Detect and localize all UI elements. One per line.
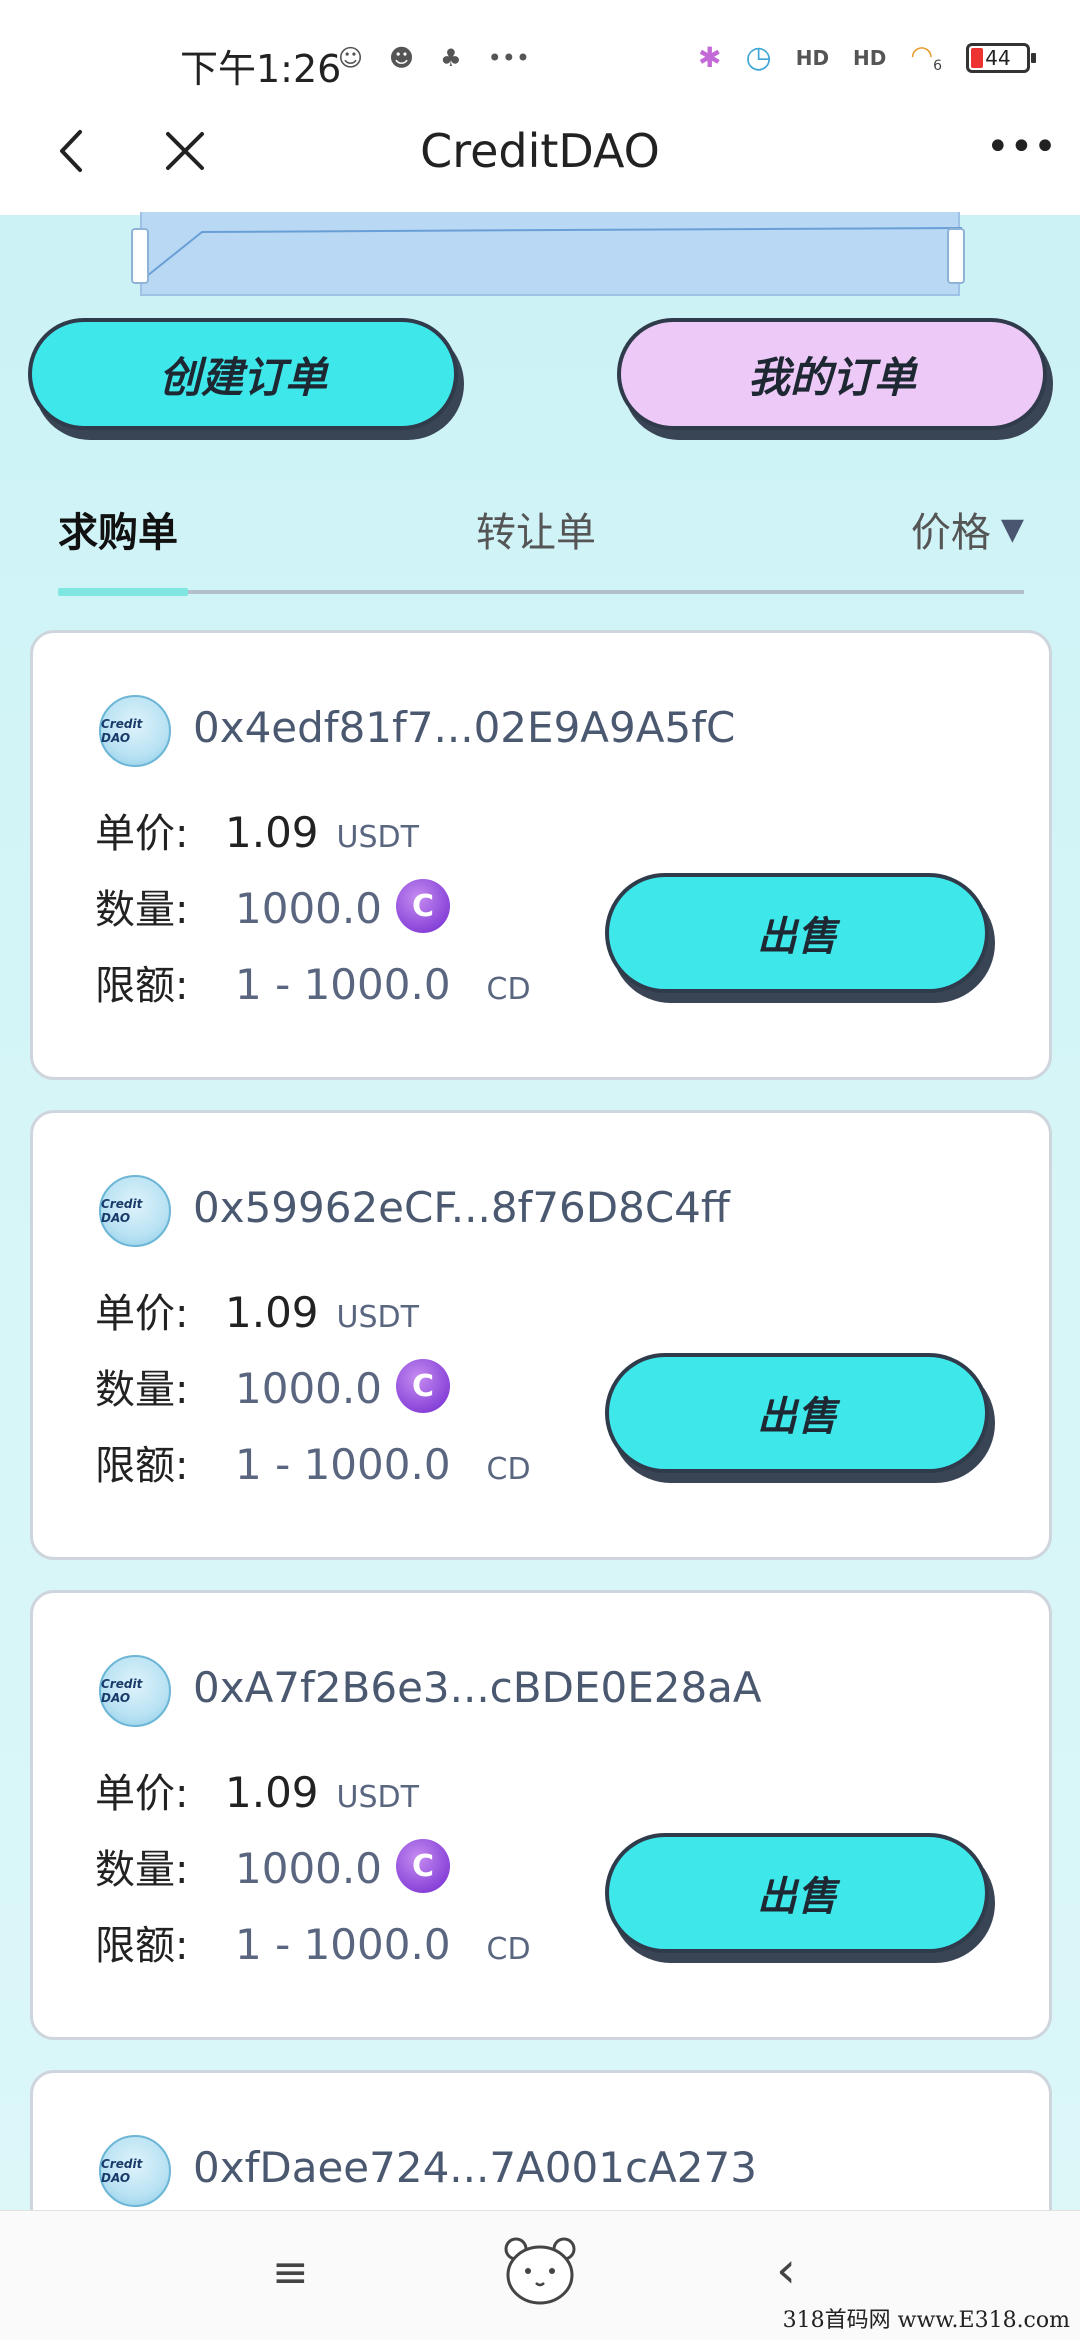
tab-divider <box>58 590 1024 594</box>
wallet-address: 0xA7f2B6e3...cBDE0E28aA <box>193 1663 762 1712</box>
limit-label: 限额: <box>95 1923 189 1969</box>
tab-buy-orders[interactable]: 求购单 <box>58 500 178 558</box>
quantity-label: 数量: <box>95 1367 189 1413</box>
signal-hd-1: HD <box>795 45 830 70</box>
limit-row: 限额: 1 - 1000.0 CD <box>95 1913 531 1971</box>
unit-price-label: 单价: <box>95 811 189 857</box>
notification-app-icon: ☺ <box>338 44 364 72</box>
nav-bar: CreditDAO ••• <box>0 90 1080 215</box>
battery-icon: 44 <box>966 42 1036 73</box>
bluetooth-icon: ✱ <box>698 41 722 74</box>
limit-unit: CD <box>486 972 531 1007</box>
quantity-value: 1000.0 <box>235 884 382 933</box>
signal-hd-2: HD <box>853 45 887 70</box>
price-chart-range[interactable] <box>140 212 962 296</box>
status-time: 下午1:26 <box>180 47 342 91</box>
quantity-label: 数量: <box>95 887 189 933</box>
price-sort-button[interactable]: 价格 ▼ <box>911 500 1024 558</box>
creditdao-logo-icon: Credit DAO <box>99 1175 171 1247</box>
wifi-label: 6 <box>933 58 942 75</box>
price-sort-label: 价格 <box>910 510 991 556</box>
quantity-label: 数量: <box>95 1847 189 1893</box>
sell-button[interactable]: 出售 <box>605 1833 989 1953</box>
unit-price-value: 1.09 <box>225 808 319 857</box>
page-title: CreditDAO <box>420 124 660 178</box>
limit-row: 限额: 1 - 1000.0 CD <box>95 1433 531 1491</box>
tab-transfer-orders[interactable]: 转让单 <box>476 500 596 558</box>
order-tabs: 求购单 转让单 价格 ▼ <box>58 500 1024 596</box>
battery-level: 44 <box>985 45 1011 70</box>
notification-app-icon: ☻ <box>389 44 415 72</box>
notification-app-icon: ♣ <box>440 44 462 72</box>
logo-text: Credit DAO <box>101 1197 143 1225</box>
wallet-address: 0xfDaee724...7A001cA273 <box>193 2143 757 2192</box>
quantity-value: 1000.0 <box>235 1844 382 1893</box>
bottom-navigation-bar: ≡ ‹ 318首码网 www.E318.com <box>0 2210 1080 2340</box>
unit-price-value: 1.09 <box>225 1288 319 1337</box>
alarm-icon: ◷ <box>745 40 772 75</box>
unit-price-row: 单价: 1.09 USDT <box>95 1281 419 1339</box>
sell-button[interactable]: 出售 <box>605 873 989 993</box>
limit-row: 限额: 1 - 1000.0 CD <box>95 953 531 1011</box>
menu-icon[interactable]: ≡ <box>272 2247 309 2298</box>
wallet-address: 0x59962eCF...8f76D8C4ff <box>193 1183 730 1232</box>
back-chevron-icon[interactable]: ‹ <box>776 2241 796 2299</box>
price-chart-line <box>142 227 962 281</box>
order-card: Credit DAO 0xA7f2B6e3...cBDE0E28aA 单价: 1… <box>30 1590 1052 2040</box>
creditdao-logo-icon: Credit DAO <box>99 695 171 767</box>
unit-price-value: 1.09 <box>225 1768 319 1817</box>
chart-range-handle-left[interactable] <box>131 228 149 284</box>
unit-price-row: 单价: 1.09 USDT <box>95 1761 419 1819</box>
limit-unit: CD <box>486 1932 531 1967</box>
logo-text: Credit DAO <box>101 1677 143 1705</box>
status-notification-icons: ☺ ☻ ♣ ••• <box>338 44 530 72</box>
limit-value: 1 - 1000.0 <box>235 1920 451 1969</box>
my-orders-button[interactable]: 我的订单 <box>617 318 1047 430</box>
unit-price-label: 单价: <box>95 1771 189 1817</box>
limit-label: 限额: <box>95 1443 189 1489</box>
wallet-address: 0x4edf81f7...02E9A9A5fC <box>193 703 736 752</box>
sell-button[interactable]: 出售 <box>605 1353 989 1473</box>
create-order-button[interactable]: 创建订单 <box>28 318 458 430</box>
creditdao-logo-icon: Credit DAO <box>99 1655 171 1727</box>
cd-token-icon: C <box>395 1839 450 1893</box>
quantity-row: 数量: 1000.0 C <box>95 1357 450 1415</box>
limit-value: 1 - 1000.0 <box>235 960 451 1009</box>
price-unit: USDT <box>336 1780 419 1815</box>
quantity-row: 数量: 1000.0 C <box>95 1837 450 1895</box>
limit-unit: CD <box>486 1452 531 1487</box>
bear-home-icon[interactable] <box>500 2231 580 2311</box>
logo-text: Credit DAO <box>101 717 143 745</box>
cd-token-icon: C <box>395 1359 450 1413</box>
quantity-row: 数量: 1000.0 C <box>95 877 450 935</box>
creditdao-logo-icon: Credit DAO <box>99 2135 171 2207</box>
chart-range-handle-right[interactable] <box>947 228 965 284</box>
watermark-text: 318首码网 www.E318.com <box>782 2308 1070 2333</box>
cd-token-icon: C <box>395 879 450 933</box>
price-unit: USDT <box>336 820 419 855</box>
tab-active-indicator <box>58 588 188 596</box>
quantity-value: 1000.0 <box>235 1364 382 1413</box>
wifi-icon: ◠6 <box>910 40 942 75</box>
limit-label: 限额: <box>95 963 189 1009</box>
price-unit: USDT <box>336 1300 419 1335</box>
more-notifications-icon: ••• <box>487 44 531 72</box>
logo-text: Credit DAO <box>101 2157 143 2185</box>
more-options-icon[interactable]: ••• <box>986 124 1057 174</box>
unit-price-row: 单价: 1.09 USDT <box>95 801 419 859</box>
limit-value: 1 - 1000.0 <box>235 1440 451 1489</box>
order-card: Credit DAO 0x4edf81f7...02E9A9A5fC 单价: 1… <box>30 630 1052 1080</box>
status-system-icons: ✱ ◷ HD HD ◠6 44 <box>698 40 1036 75</box>
sort-down-icon: ▼ <box>1000 511 1024 547</box>
order-card: Credit DAO 0x59962eCF...8f76D8C4ff 单价: 1… <box>30 1110 1052 1560</box>
unit-price-label: 单价: <box>95 1291 189 1337</box>
